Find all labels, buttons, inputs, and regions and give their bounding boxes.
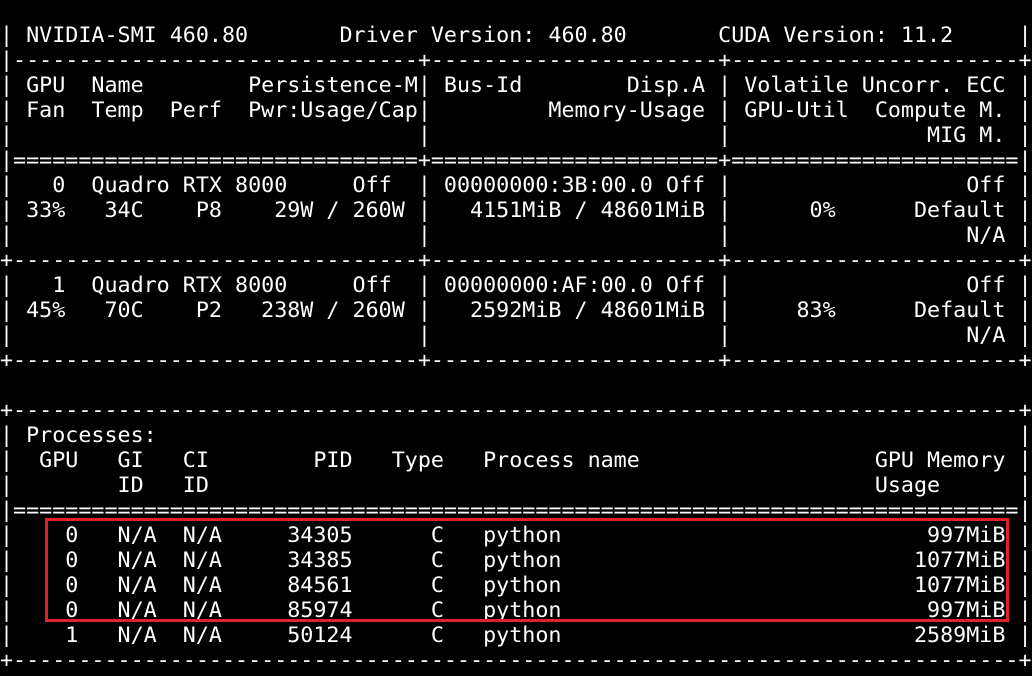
- gpu-1-row-3: | | | N/A |: [0, 323, 1032, 348]
- process-table-bottom-border: +---------------------------------------…: [0, 648, 1032, 673]
- gpu-0-row-3: | | | N/A |: [0, 223, 1032, 248]
- process-row: | 0 N/A N/A 84561 C python 1077MiB |: [0, 573, 1032, 598]
- terminal-output[interactable]: | NVIDIA-SMI 460.80 Driver Version: 460.…: [0, 0, 1032, 676]
- gpu-table-header-row-3: | | | MIG M. |: [0, 123, 1032, 148]
- process-row: | 0 N/A N/A 85974 C python 997MiB |: [0, 598, 1032, 623]
- gpu-0-row-1: | 0 Quadro RTX 8000 Off | 00000000:3B:00…: [0, 173, 1032, 198]
- process-table-header-row-2: | ID ID Usage |: [0, 473, 1032, 498]
- table-divider: +-------------------------------+-------…: [0, 348, 1032, 373]
- process-row: | 0 N/A N/A 34385 C python 1077MiB |: [0, 548, 1032, 573]
- process-table-header-row-1: | GPU GI CI PID Type Process name GPU Me…: [0, 448, 1032, 473]
- process-row: | 1 N/A N/A 50124 C python 2589MiB |: [0, 623, 1032, 648]
- process-row: | 0 N/A N/A 34305 C python 997MiB |: [0, 523, 1032, 548]
- table-divider-double: |=======================================…: [0, 498, 1032, 523]
- processes-title: | Processes: |: [0, 423, 1032, 448]
- table-divider-double: |===============================+=======…: [0, 148, 1032, 173]
- gpu-table-header-row-1: | GPU Name Persistence-M| Bus-Id Disp.A …: [0, 73, 1032, 98]
- gpu-1-row-2: | 45% 70C P2 238W / 260W | 2592MiB / 486…: [0, 298, 1032, 323]
- gpu-0-row-2: | 33% 34C P8 29W / 260W | 4151MiB / 4860…: [0, 198, 1032, 223]
- table-divider: |-------------------------------+-------…: [0, 48, 1032, 73]
- process-table-top-border: +---------------------------------------…: [0, 398, 1032, 423]
- gpu-1-row-1: | 1 Quadro RTX 8000 Off | 00000000:AF:00…: [0, 273, 1032, 298]
- gpu-table-header-row-2: | Fan Temp Perf Pwr:Usage/Cap| Memory-Us…: [0, 98, 1032, 123]
- header-version-line: | NVIDIA-SMI 460.80 Driver Version: 460.…: [0, 23, 1032, 48]
- table-divider: +-------------------------------+-------…: [0, 248, 1032, 273]
